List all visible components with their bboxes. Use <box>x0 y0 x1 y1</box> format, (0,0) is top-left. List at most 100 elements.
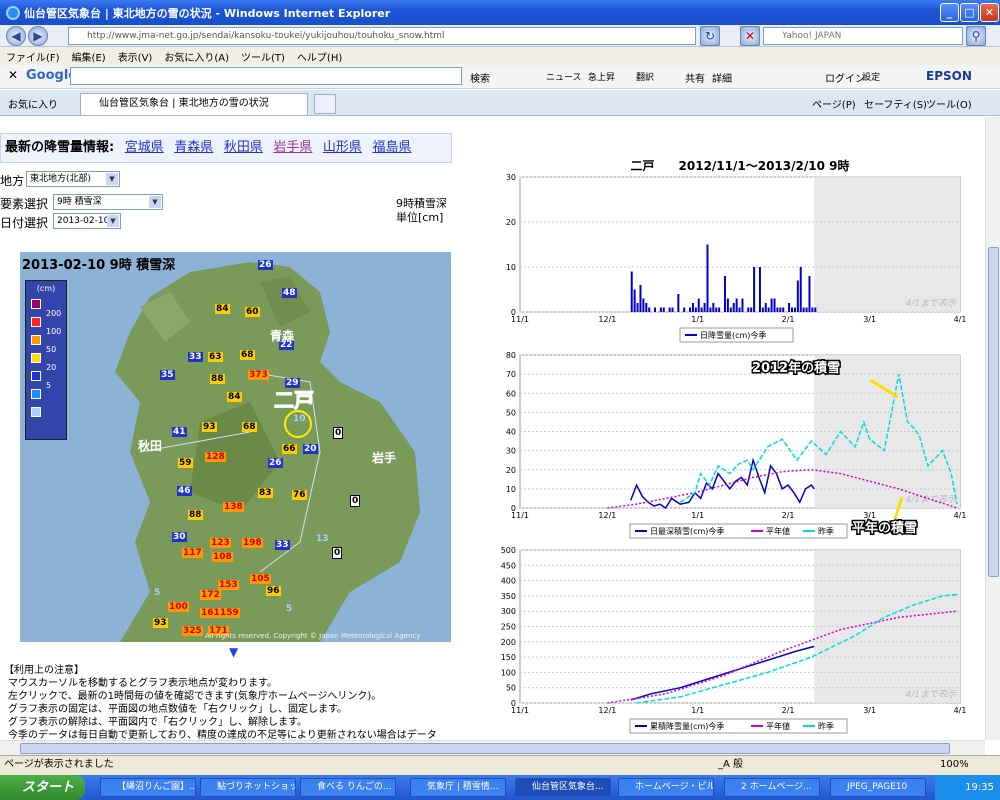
close-button[interactable]: ✕ <box>980 3 999 22</box>
pref-link-fukushima[interactable]: 福島県 <box>372 140 411 155</box>
search-icon[interactable]: ⚲ <box>966 26 986 46</box>
page-menu[interactable]: ページ(P) <box>812 96 856 111</box>
station-value[interactable]: 59 <box>178 458 193 468</box>
station-value[interactable]: 96 <box>266 586 281 596</box>
station-value[interactable]: 198 <box>242 538 263 548</box>
back-icon[interactable]: ◀ <box>6 26 26 46</box>
maximize-button[interactable]: □ <box>960 3 979 22</box>
station-value[interactable]: 0 <box>333 427 344 439</box>
hscroll-thumb[interactable] <box>20 743 950 754</box>
search-input[interactable]: Yahoo! JAPAN <box>763 27 963 45</box>
taskbar-item-3[interactable]: 食べる りんごの... <box>300 778 396 797</box>
favorites-button[interactable]: お気に入り <box>8 96 58 111</box>
menu-view[interactable]: 表示(V) <box>112 49 159 64</box>
station-value[interactable]: 108 <box>212 552 233 562</box>
station-value[interactable]: 68 <box>242 422 257 432</box>
station-value[interactable]: 159 <box>219 608 240 618</box>
station-value[interactable]: 13 <box>315 534 330 544</box>
station-value[interactable]: 373 <box>248 370 269 380</box>
station-value[interactable]: 41 <box>172 427 187 437</box>
ime-indicator[interactable]: _A 般 <box>718 756 743 774</box>
tools-menu[interactable]: ツール(O) <box>926 96 972 111</box>
menu-edit[interactable]: 編集(E) <box>66 49 112 64</box>
menu-help[interactable]: ヘルプ(H) <box>291 49 348 64</box>
safety-menu[interactable]: セーフティ(S) <box>864 96 927 111</box>
station-value[interactable]: 48 <box>282 288 297 298</box>
new-tab-button[interactable] <box>314 94 336 114</box>
forward-icon[interactable]: ▶ <box>28 26 48 46</box>
news-button[interactable]: ニュース <box>546 70 582 83</box>
station-value[interactable]: 33 <box>275 540 290 550</box>
google-search-button[interactable]: 検索 <box>470 70 490 85</box>
station-value[interactable]: 0 <box>332 547 343 559</box>
taskbar-item-1[interactable]: 【縄沼りんご園】... <box>100 778 196 797</box>
station-value[interactable]: 46 <box>177 486 192 496</box>
station-value[interactable]: 30 <box>172 532 187 542</box>
station-value[interactable]: 84 <box>227 392 242 402</box>
station-value[interactable]: 88 <box>210 374 225 384</box>
station-value[interactable]: 26 <box>258 260 273 270</box>
station-value[interactable]: 68 <box>240 350 255 360</box>
date-select[interactable]: 2013-02-10 <box>53 213 121 229</box>
station-value[interactable]: 84 <box>215 304 230 314</box>
trending-button[interactable]: 急上昇 <box>588 70 615 83</box>
vertical-scrollbar[interactable] <box>985 117 1000 740</box>
pref-link-aomori[interactable]: 青森県 <box>174 140 213 155</box>
start-button[interactable]: スタート <box>0 775 85 800</box>
station-value[interactable]: 100 <box>168 602 189 612</box>
station-value[interactable]: 93 <box>202 422 217 432</box>
taskbar-item-5[interactable]: 仙台管区気象台... <box>515 778 611 797</box>
element-select[interactable]: 9時 積雪深 <box>53 194 163 210</box>
horizontal-scrollbar[interactable] <box>0 740 985 755</box>
close-toolbar-icon[interactable]: ✕ <box>8 68 18 82</box>
station-value[interactable]: 5 <box>285 604 293 614</box>
station-value[interactable]: 172 <box>200 590 221 600</box>
station-value[interactable]: 88 <box>188 510 203 520</box>
region-select[interactable]: 東北地方(北部) <box>26 171 120 187</box>
menu-file[interactable]: ファイル(F) <box>0 49 66 64</box>
pref-link-miyagi[interactable]: 宮城県 <box>125 140 164 155</box>
menu-tools[interactable]: ツール(T) <box>235 49 291 64</box>
station-value[interactable]: 63 <box>208 352 223 362</box>
login-button[interactable]: ログイン <box>825 70 865 85</box>
station-value[interactable]: 76 <box>292 490 307 500</box>
snow-map[interactable]: 2013-02-10 9時 積雪深 (cm) 200 100 50 20 5 26 48 8… <box>20 252 451 642</box>
pref-link-akita[interactable]: 秋田県 <box>224 140 263 155</box>
station-value[interactable]: 325 <box>182 626 203 636</box>
station-value[interactable]: 33 <box>188 352 203 362</box>
station-value[interactable]: 60 <box>245 307 260 317</box>
translate-button[interactable]: 翻訳 <box>636 70 654 83</box>
menu-favorites[interactable]: お気に入り(A) <box>158 49 235 64</box>
station-value[interactable]: 93 <box>153 618 168 628</box>
detail-button[interactable]: 詳細 <box>712 70 732 85</box>
station-value[interactable]: 117 <box>182 548 203 558</box>
pref-link-iwate[interactable]: 岩手県 <box>273 140 312 155</box>
minimize-button[interactable]: _ <box>940 3 959 22</box>
share-button[interactable]: 共有 <box>685 70 705 85</box>
pref-link-yamagata[interactable]: 山形県 <box>323 140 362 155</box>
station-value[interactable]: 105 <box>250 574 271 584</box>
station-value[interactable]: 128 <box>205 452 226 462</box>
taskbar-item-6[interactable]: ホームページ・ビル... <box>618 778 714 797</box>
down-arrow-icon[interactable]: ▼ <box>229 645 238 659</box>
station-value[interactable]: 20 <box>303 444 318 454</box>
settings-button[interactable]: 設定 <box>862 70 880 83</box>
station-value[interactable]: 138 <box>223 502 244 512</box>
stop-icon[interactable]: ✕ <box>740 26 760 46</box>
zoom-level[interactable]: 100% <box>940 756 969 774</box>
station-value[interactable]: 123 <box>210 538 231 548</box>
station-value[interactable]: 5 <box>153 588 161 598</box>
google-search-input[interactable] <box>70 67 462 85</box>
station-value[interactable]: 83 <box>258 488 273 498</box>
vscroll-thumb[interactable] <box>988 247 999 577</box>
station-value[interactable]: 0 <box>350 495 361 507</box>
refresh-icon[interactable]: ↻ <box>700 26 720 46</box>
station-value[interactable]: 26 <box>268 458 283 468</box>
station-value[interactable]: 10 <box>292 414 307 424</box>
taskbar-item-2[interactable]: 鮎づりネットショッ... <box>200 778 296 797</box>
taskbar-item-7[interactable]: 2 ホームページ... <box>724 778 820 797</box>
tab-active[interactable]: 仙台管区気象台 | 東北地方の雪の状況 <box>80 93 308 115</box>
station-value[interactable]: 161 <box>200 608 221 618</box>
station-value[interactable]: 35 <box>160 370 175 380</box>
station-value[interactable]: 66 <box>282 444 297 454</box>
